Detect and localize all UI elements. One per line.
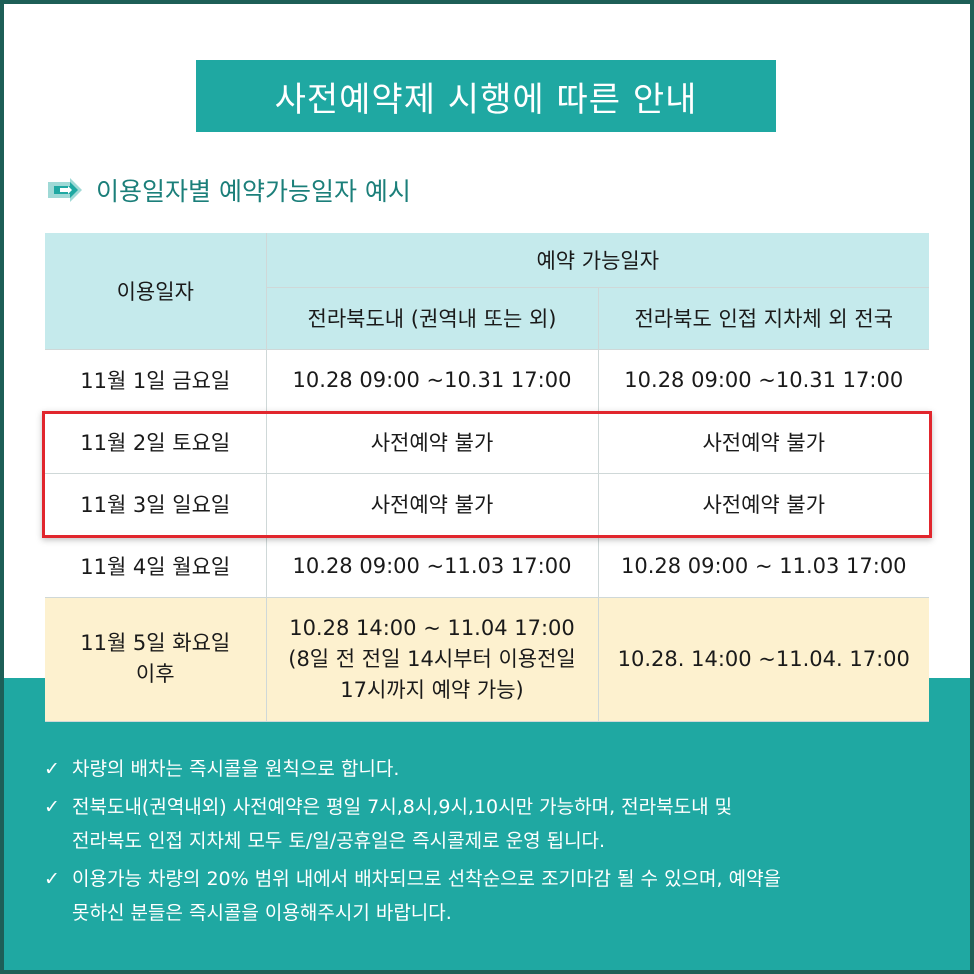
subtitle-label: 이용일자별 예약가능일자 예시 (96, 177, 411, 206)
note-line: 이용가능 차량의 20% 범위 내에서 배차되므로 선착순으로 조기마감 될 수… (72, 868, 782, 890)
table-row: 11월 5일 화요일 이후 10.28 14:00 ~ 11.04 17:00 … (45, 597, 930, 722)
check-icon: ✓ (44, 868, 60, 890)
header-reservable-dates: 예약 가능일자 (266, 233, 930, 288)
note-line: 전북도내(권역내외) 사전예약은 평일 7시,8시,9시,10시만 가능하며, … (72, 796, 733, 818)
title-banner: 사전예약제 시행에 따른 안내 (196, 60, 776, 132)
cell-jeonbuk: 10.28 14:00 ~ 11.04 17:00 (8일 전 전일 14시부터… (266, 597, 599, 722)
cell-jeonbuk-line: 17시까지 예약 가능) (340, 677, 524, 702)
note-line: 못하신 분들은 즉시콜을 이용해주시기 바랍니다. (72, 902, 452, 924)
note-line: 전라북도 인접 지차체 모두 토/일/공휴일은 즉시콜제로 운영 됩니다. (72, 830, 606, 852)
cell-jeonbuk: 10.28 09:00 ~11.03 17:00 (266, 535, 599, 598)
header-jeonbuk: 전라북도내 (권역내 또는 외) (266, 287, 599, 350)
note-item: ✓ 이용가능 차량의 20% 범위 내에서 배차되므로 선착순으로 조기마감 될… (44, 862, 934, 930)
note-item: ✓ 차량의 배차는 즉시콜을 원칙으로 합니다. (44, 752, 934, 786)
cell-jeonbuk-line: (8일 전 전일 14시부터 이용전일 (288, 646, 576, 671)
cell-date-line: 11월 5일 화요일 (80, 631, 231, 655)
notes-list: ✓ 차량의 배차는 즉시콜을 원칙으로 합니다. ✓ 전북도내(권역내외) 사전… (44, 752, 934, 934)
check-icon: ✓ (44, 758, 60, 780)
arrow-right-icon (48, 176, 82, 204)
cell-jeonbuk: 10.28 09:00 ~10.31 17:00 (266, 349, 599, 412)
page-title: 사전예약제 시행에 따른 안내 (274, 79, 698, 120)
weekend-highlight-outline (42, 411, 932, 538)
note-line: 차량의 배차는 즉시콜을 원칙으로 합니다. (72, 758, 400, 780)
header-nationwide: 전라북도 인접 지차체 외 전국 (598, 287, 930, 350)
table-row: 11월 4일 월요일 10.28 09:00 ~11.03 17:00 10.2… (45, 535, 930, 598)
note-item: ✓ 전북도내(권역내외) 사전예약은 평일 7시,8시,9시,10시만 가능하며… (44, 790, 934, 858)
cell-jeonbuk-line: 10.28 14:00 ~ 11.04 17:00 (289, 615, 575, 640)
cell-nationwide: 10.28. 14:00 ~11.04. 17:00 (598, 597, 930, 722)
cell-date: 11월 5일 화요일 이후 (45, 597, 267, 722)
header-use-date: 이용일자 (45, 233, 267, 350)
cell-date: 11월 4일 월요일 (45, 535, 267, 598)
cell-date-line: 이후 (135, 662, 175, 686)
cell-date: 11월 1일 금요일 (45, 349, 267, 412)
cell-nationwide: 10.28 09:00 ~ 11.03 17:00 (598, 535, 930, 598)
table-row: 11월 1일 금요일 10.28 09:00 ~10.31 17:00 10.2… (45, 349, 930, 412)
check-icon: ✓ (44, 796, 60, 818)
cell-nationwide: 10.28 09:00 ~10.31 17:00 (598, 349, 930, 412)
section-subtitle: 이용일자별 예약가능일자 예시 (48, 170, 411, 210)
